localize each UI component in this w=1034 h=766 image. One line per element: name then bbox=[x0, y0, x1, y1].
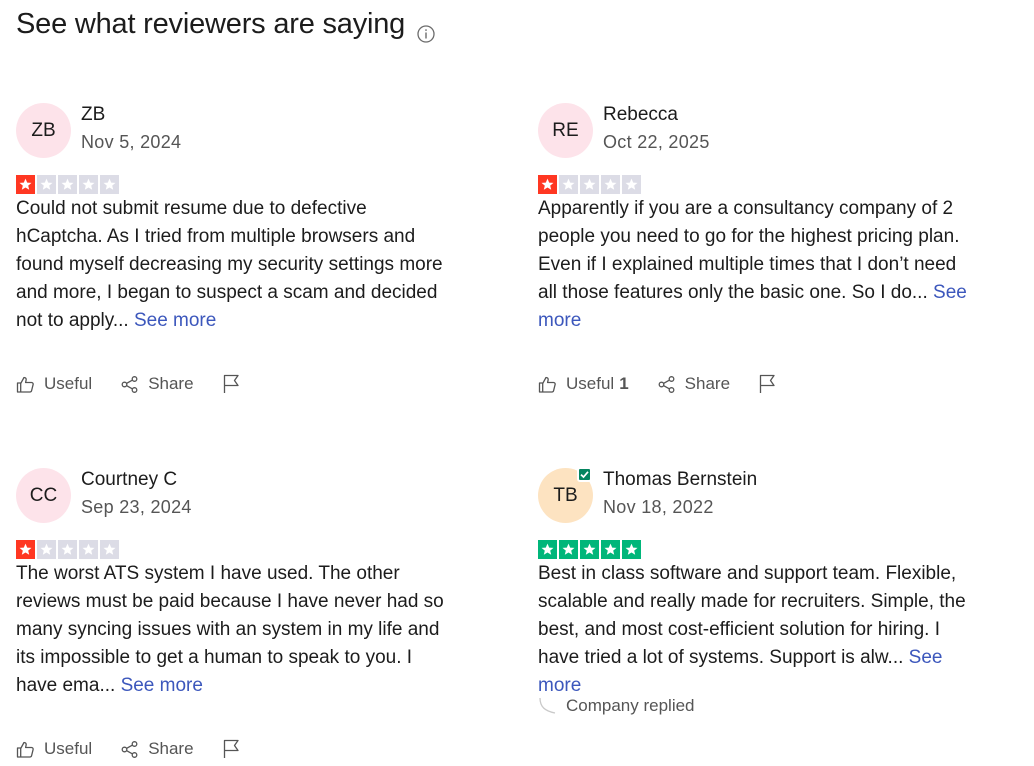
review-actions: Useful Share bbox=[16, 374, 278, 394]
star-rating bbox=[16, 540, 119, 559]
avatar: RE bbox=[538, 103, 593, 158]
star-icon bbox=[79, 540, 98, 559]
review-date: Oct 22, 2025 bbox=[603, 132, 710, 152]
review-date: Sep 23, 2024 bbox=[81, 497, 192, 517]
star-icon bbox=[580, 540, 599, 559]
review-body: The worst ATS system I have used. The ot… bbox=[16, 563, 444, 696]
star-icon bbox=[622, 540, 641, 559]
star-icon bbox=[100, 175, 119, 194]
star-icon bbox=[37, 540, 56, 559]
star-icon bbox=[16, 540, 35, 559]
flag-icon bbox=[223, 374, 239, 393]
star-rating bbox=[538, 540, 641, 559]
star-icon bbox=[58, 540, 77, 559]
useful-label: Useful bbox=[44, 374, 93, 393]
report-button[interactable] bbox=[222, 374, 250, 394]
useful-button[interactable]: Useful bbox=[16, 374, 92, 394]
review-actions: Useful 1 Share bbox=[538, 374, 814, 394]
review-date: Nov 18, 2022 bbox=[603, 497, 714, 517]
useful-button[interactable]: Useful bbox=[16, 739, 92, 759]
share-label: Share bbox=[684, 374, 731, 393]
star-rating bbox=[538, 175, 641, 194]
star-icon bbox=[559, 540, 578, 559]
review-text: Could not submit resume due to defective… bbox=[16, 195, 456, 335]
share-button[interactable]: Share bbox=[657, 374, 730, 394]
star-icon bbox=[37, 175, 56, 194]
flag-icon bbox=[759, 374, 775, 393]
see-more-link[interactable]: See more bbox=[134, 310, 216, 331]
share-icon bbox=[658, 375, 675, 393]
star-icon bbox=[58, 175, 77, 194]
star-icon bbox=[559, 175, 578, 194]
report-button[interactable] bbox=[758, 374, 786, 394]
review-actions: Useful Share bbox=[16, 739, 278, 759]
share-button[interactable]: Share bbox=[120, 374, 194, 394]
see-more-link[interactable]: See more bbox=[121, 675, 203, 696]
page-title-text: See what reviewers are saying bbox=[16, 8, 406, 40]
company-replied-label: Company replied bbox=[566, 696, 695, 715]
avatar-initials: RE bbox=[552, 119, 579, 141]
review-body: Apparently if you are a consultancy comp… bbox=[538, 198, 960, 303]
verified-badge bbox=[577, 467, 592, 482]
avatar-initials: ZB bbox=[31, 119, 56, 141]
useful-count: 1 bbox=[619, 374, 629, 393]
review-text: The worst ATS system I have used. The ot… bbox=[16, 560, 456, 700]
flag-icon bbox=[223, 739, 239, 758]
company-replied[interactable]: Company replied bbox=[538, 696, 695, 716]
star-rating bbox=[16, 175, 119, 194]
share-button[interactable]: Share bbox=[120, 739, 194, 759]
review-date: Nov 5, 2024 bbox=[81, 132, 182, 152]
star-icon bbox=[601, 175, 620, 194]
reviewer-name[interactable]: Courtney C bbox=[81, 469, 177, 491]
reviewer-name[interactable]: Rebecca bbox=[603, 104, 678, 126]
star-icon bbox=[580, 175, 599, 194]
thumbs-up-icon bbox=[16, 741, 34, 758]
star-icon bbox=[79, 175, 98, 194]
share-icon bbox=[121, 740, 138, 758]
thumbs-up-icon bbox=[16, 376, 34, 393]
thumbs-up-icon bbox=[538, 376, 556, 393]
avatar-initials: TB bbox=[553, 484, 578, 506]
page-title: See what reviewers are saying bbox=[16, 8, 435, 43]
review-body: Could not submit resume due to defective… bbox=[16, 198, 443, 331]
share-label: Share bbox=[148, 374, 194, 393]
report-button[interactable] bbox=[222, 739, 250, 759]
avatar: ZB bbox=[16, 103, 71, 158]
reviewer-name[interactable]: Thomas Bernstein bbox=[603, 469, 757, 491]
avatar: CC bbox=[16, 468, 71, 523]
useful-button[interactable]: Useful 1 bbox=[538, 374, 629, 394]
star-icon bbox=[16, 175, 35, 194]
reviewer-name[interactable]: ZB bbox=[81, 104, 105, 126]
avatar-initials: CC bbox=[29, 484, 58, 506]
useful-label: Useful bbox=[44, 739, 93, 758]
share-icon bbox=[121, 375, 138, 393]
review-text: Apparently if you are a consultancy comp… bbox=[538, 195, 978, 335]
review-text: Best in class software and support team.… bbox=[538, 560, 978, 700]
info-icon[interactable] bbox=[417, 18, 435, 43]
star-icon bbox=[601, 540, 620, 559]
useful-label: Useful bbox=[566, 374, 615, 393]
review-body: Best in class software and support team.… bbox=[538, 563, 966, 668]
star-icon bbox=[538, 540, 557, 559]
star-icon bbox=[100, 540, 119, 559]
star-icon bbox=[622, 175, 641, 194]
star-icon bbox=[538, 175, 557, 194]
share-label: Share bbox=[148, 739, 194, 758]
reply-arrow-icon bbox=[539, 697, 556, 714]
checkmark-icon bbox=[580, 471, 589, 479]
